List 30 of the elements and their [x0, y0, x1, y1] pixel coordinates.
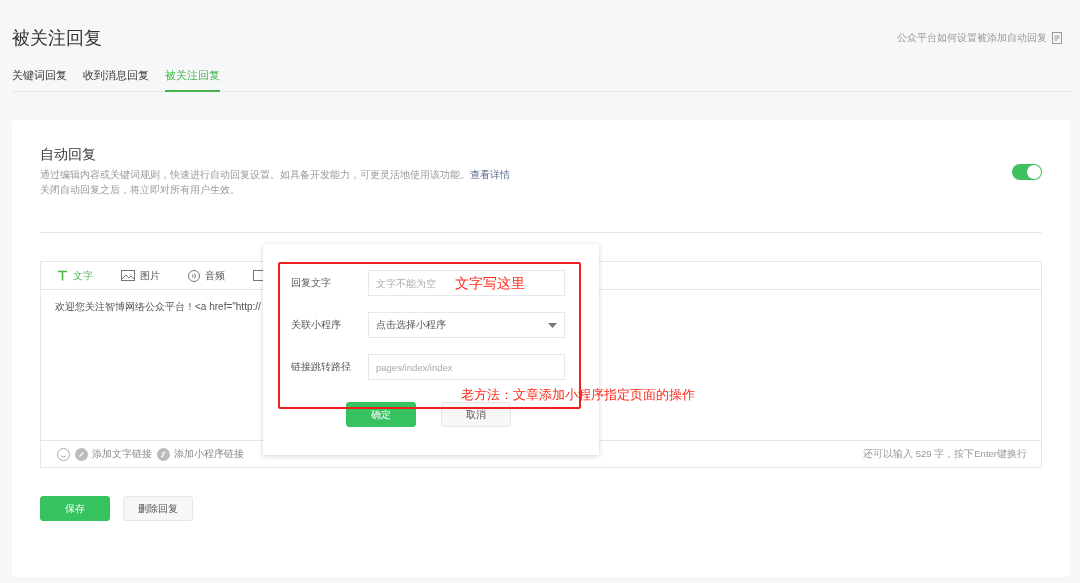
message-text: 欢迎您关注智博网络公众平台！<a href="http://	[55, 301, 261, 312]
character-counter: 还可以输入 529 字，按下Enter键换行	[863, 447, 1027, 461]
audio-icon	[188, 269, 200, 282]
document-icon[interactable]	[1052, 32, 1062, 44]
description-text: 通过编辑内容或关键词规则，快速进行自动回复设置。如具备开发能力，可更灵活地使用该功能。	[40, 169, 470, 180]
editor-tab[interactable]: 音频	[188, 268, 225, 283]
toggle-switch[interactable]	[1012, 163, 1042, 180]
field-label: 链接跳转路径	[291, 360, 352, 374]
editor-tab[interactable]: 图片	[121, 268, 160, 283]
emoji-icon[interactable]	[57, 447, 70, 461]
caret-icon	[548, 322, 557, 328]
image-icon	[121, 270, 135, 281]
page-title: 被关注回复	[12, 27, 103, 50]
add-link-button[interactable]: 添加文字链接	[75, 447, 152, 461]
delete-button[interactable]: 删除回复	[123, 496, 193, 521]
link-icon	[75, 447, 88, 461]
add-mini-program-button[interactable]: 添加小程序链接	[157, 447, 244, 461]
text-icon	[57, 270, 68, 281]
tab[interactable]: 关键词回复	[12, 64, 67, 92]
note-text: 关闭自动回复之后，将立即对所有用户生效。	[40, 183, 241, 197]
section-title: 自动回复	[40, 146, 97, 164]
select-field[interactable]: 点击选择小程序	[368, 312, 565, 338]
details-link[interactable]: 查看详情	[470, 169, 510, 180]
cancel-button[interactable]: 取消	[440, 402, 511, 427]
input-field[interactable]: pages/index/index	[368, 354, 565, 380]
annotation-text: 文字写这里	[455, 275, 525, 293]
tab[interactable]: 收到消息回复	[83, 64, 149, 92]
field-label: 回复文字	[291, 276, 332, 290]
mini-program-icon	[157, 447, 170, 461]
field-label: 关联小程序	[291, 318, 342, 332]
